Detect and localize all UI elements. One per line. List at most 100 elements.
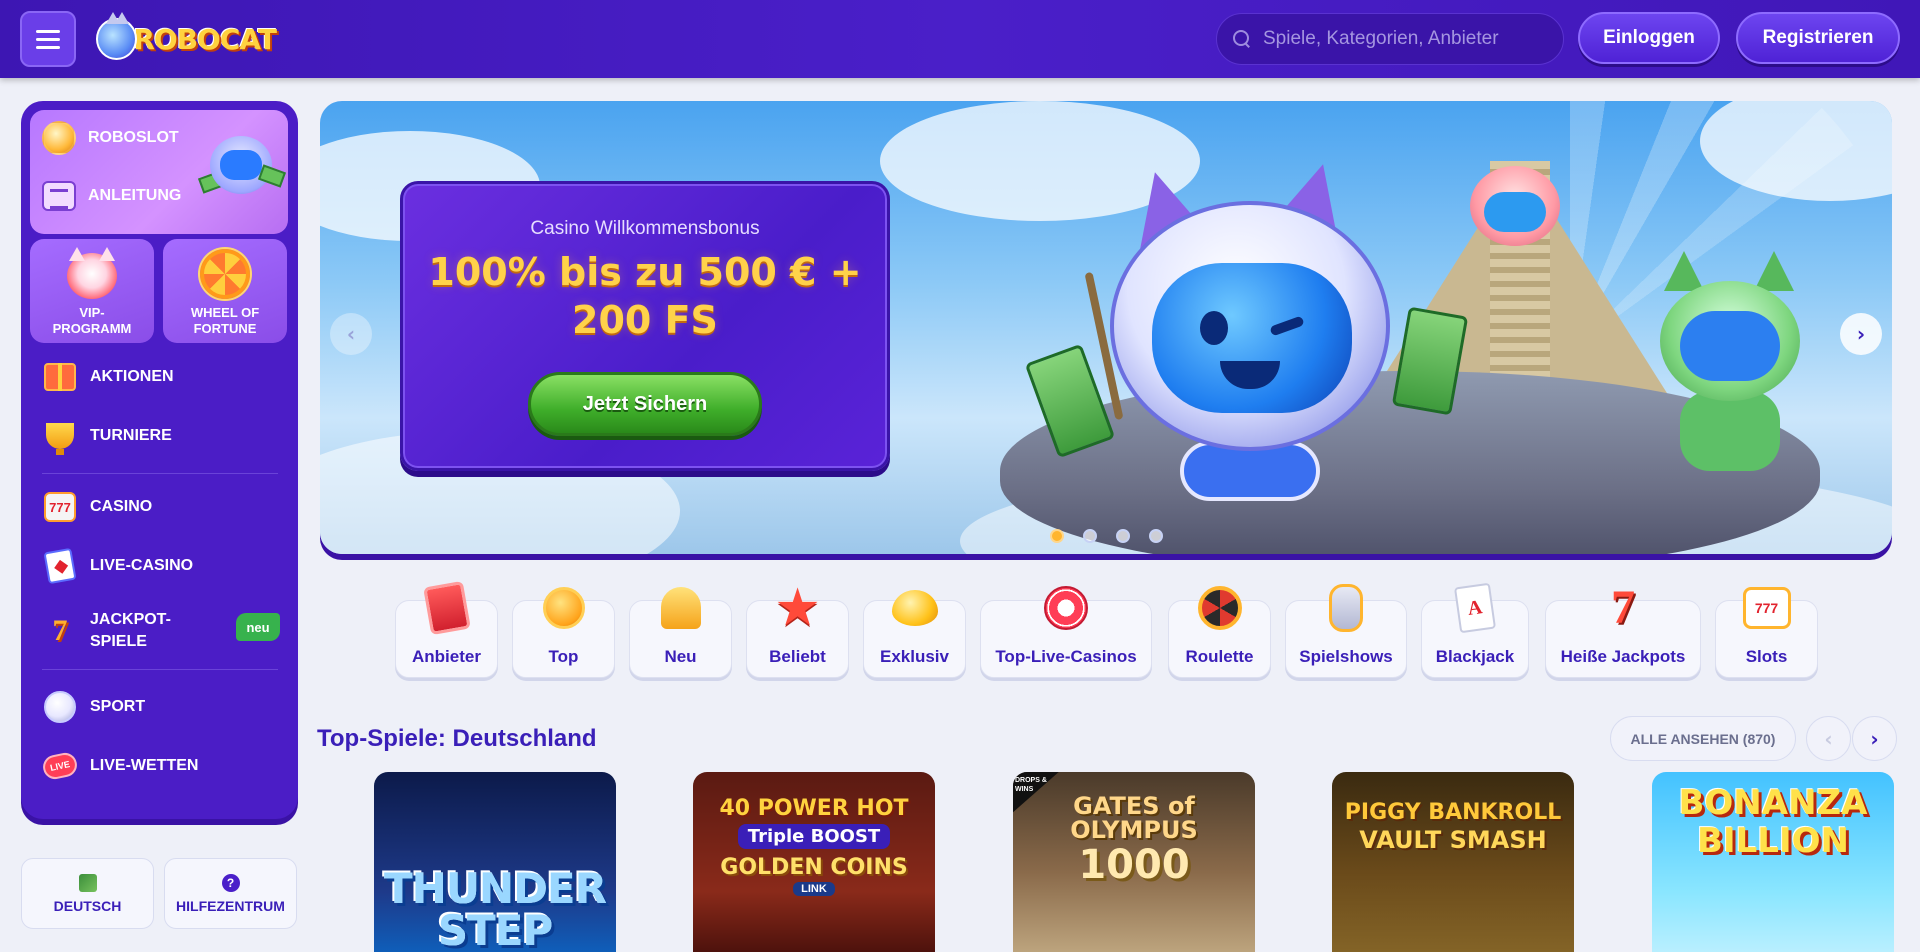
cards-icon [42, 547, 78, 585]
language-button[interactable]: DEUTSCH [21, 858, 154, 929]
login-button[interactable]: Einloggen [1578, 12, 1720, 64]
sidebar-item-live-casino[interactable]: LIVE-CASINO [42, 544, 282, 588]
guide-icon [42, 181, 76, 211]
game-card-gates-of-olympus-1000[interactable]: DROPS & WINS GATES of OLYMPUS 1000 [1013, 772, 1255, 952]
game-card-thunder-step[interactable]: THUNDER STEP [374, 772, 616, 952]
medal-icon [539, 583, 589, 633]
game-title: GATES of OLYMPUS [1070, 792, 1198, 844]
chip-icon [1041, 583, 1091, 633]
slot-icon: 777 [1742, 583, 1792, 633]
wheel-icon [200, 249, 250, 299]
slot-machine-icon: 777 [42, 489, 78, 525]
bonus-title: 100% bis zu 500 € + 200 FS [428, 250, 862, 342]
live-icon: LIVE [40, 748, 80, 784]
category-top[interactable]: Top [512, 587, 615, 678]
gem-icon [890, 583, 940, 633]
category-label: Neu [664, 647, 697, 666]
category-roulette[interactable]: Roulette [1168, 586, 1271, 678]
trophy-icon [42, 418, 78, 455]
carousel-dot-2[interactable] [1083, 529, 1097, 543]
carousel-dot-1[interactable] [1050, 529, 1064, 543]
category-heisse-jackpots[interactable]: 7 Heiße Jackpots [1545, 583, 1701, 678]
robot-body [1680, 391, 1780, 471]
category-top-live-casinos[interactable]: Top-Live-Casinos [980, 586, 1152, 678]
sidebar-item-sport[interactable]: SPORT [42, 685, 282, 729]
carousel-dot-3[interactable] [1116, 529, 1130, 543]
category-label: Anbieter [412, 647, 481, 666]
gift-icon [42, 359, 78, 395]
roulette-icon [1195, 583, 1245, 633]
category-neu[interactable]: Neu [629, 587, 732, 678]
welcome-bonus-card: Casino Willkommensbonus 100% bis zu 500 … [400, 181, 890, 471]
sidebar-tile-wheel-of-fortune[interactable]: WHEEL OF FORTUNE [163, 239, 287, 343]
category-blackjack[interactable]: A Blackjack [1421, 582, 1529, 678]
seven-icon: 7 [1611, 581, 1635, 634]
game-subtitle: GOLDEN COINS [720, 855, 908, 880]
mic-icon [1321, 583, 1371, 633]
games-prev-arrow[interactable]: ‹ [1806, 716, 1851, 761]
game-subtitle: VAULT SMASH [1359, 826, 1547, 854]
game-card-piggy-bankroll[interactable]: PIGGY BANKROLL VAULT SMASH [1332, 772, 1574, 952]
help-center-label: HILFEZENTRUM [176, 897, 285, 914]
game-title: PIGGY BANKROLL [1344, 800, 1562, 825]
help-center-button[interactable]: ? HILFEZENTRUM [164, 858, 297, 929]
hero-prev-arrow[interactable]: ‹ [330, 313, 372, 355]
robocat-mascot-icon [96, 12, 138, 60]
sidebar-item-label: ROBOSLOT [88, 129, 179, 146]
sidebar-item-anleitung[interactable]: ANLEITUNG [42, 176, 181, 216]
game-title: THUNDER STEP [384, 864, 607, 952]
category-exklusiv[interactable]: Exklusiv [863, 590, 966, 678]
robocat-mascot-image [197, 122, 287, 212]
robot-visor [1152, 263, 1352, 413]
flying-robot-cat-image [1460, 156, 1570, 266]
sidebar-tile-vip[interactable]: VIP- PROGRAMM [30, 239, 154, 343]
category-beliebt[interactable]: ★ Beliebt [746, 582, 849, 678]
sidebar-item-label: SPORT [90, 698, 146, 715]
category-slots[interactable]: 777 Slots [1715, 587, 1818, 678]
game-card-40-power-hot[interactable]: 40 POWER HOT Triple BOOST GOLDEN COINS L… [693, 772, 935, 952]
robot-ear [1754, 251, 1794, 291]
sidebar-item-label: ANLEITUNG [88, 187, 182, 204]
language-label: DEUTSCH [53, 897, 122, 914]
category-spielshows[interactable]: Spielshows [1285, 584, 1407, 678]
sidebar-item-casino[interactable]: 777 CASINO [42, 485, 282, 529]
hero-next-arrow[interactable]: › [1840, 313, 1882, 355]
sidebar-item-aktionen[interactable]: AKTIONEN [42, 355, 282, 399]
sidebar-item-live-wetten[interactable]: LIVE LIVE-WETTEN [40, 744, 282, 788]
category-label: Beliebt [769, 647, 826, 666]
claim-bonus-button[interactable]: Jetzt Sichern [528, 372, 762, 436]
hero-banner[interactable]: Casino Willkommensbonus 100% bis zu 500 … [320, 101, 1892, 554]
search-input[interactable] [1263, 28, 1553, 50]
new-badge: neu [236, 613, 280, 641]
ace-card-icon: A [1450, 582, 1500, 634]
sidebar-item-label: TURNIERE [90, 427, 172, 444]
category-anbieter[interactable]: Anbieter [395, 580, 498, 678]
robot-visor [1680, 311, 1780, 381]
game-card-bonanza-billion[interactable]: BONANZA BILLION [1652, 772, 1894, 952]
sidebar-divider [42, 473, 278, 474]
sidebar-item-label: LIVE-CASINO [90, 557, 194, 574]
game-title: 40 POWER HOT [719, 796, 909, 821]
see-all-button[interactable]: ALLE ANSEHEN (870) [1610, 716, 1796, 761]
sidebar-item-label: AKTIONEN [90, 368, 174, 385]
carousel-dot-4[interactable] [1149, 529, 1163, 543]
robocat-logo[interactable]: ROBOCAT [96, 12, 277, 64]
robot-ear [1664, 251, 1704, 291]
star-icon: ★ [774, 578, 821, 638]
category-label: Top-Live-Casinos [995, 647, 1137, 666]
robot-eye [1200, 311, 1228, 345]
sidebar-item-turniere[interactable]: TURNIERE [42, 414, 282, 458]
register-button[interactable]: Registrieren [1736, 12, 1900, 64]
bonus-subtitle: Casino Willkommensbonus [530, 218, 760, 239]
sidebar-item-jackpot-spiele[interactable]: 7 JACKPOT- SPIELE neu [42, 603, 282, 659]
game-subtitle: Triple BOOST [737, 824, 891, 849]
ball-icon [42, 689, 78, 725]
sidebar-item-roboslot[interactable]: ROBOSLOT [42, 118, 179, 158]
robot-visor [1484, 192, 1546, 232]
games-next-arrow[interactable]: › [1852, 716, 1897, 761]
roboslot-promo-card: ROBOSLOT ANLEITUNG [30, 110, 288, 234]
menu-button[interactable] [20, 11, 76, 67]
sidebar: ROBOSLOT ANLEITUNG VIP- PROGRAMM WHEEL OF… [21, 101, 298, 819]
search-bar[interactable] [1216, 13, 1564, 65]
category-label: Roulette [1185, 647, 1254, 666]
